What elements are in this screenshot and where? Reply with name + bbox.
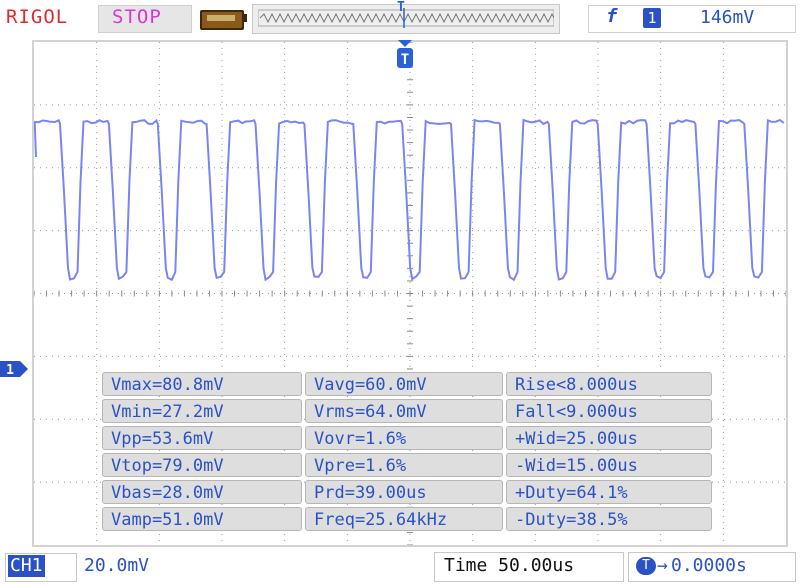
- offset-arrow-icon: →: [657, 555, 668, 576]
- measurement-vpre: Vpre=1.6%: [305, 453, 503, 477]
- channel-1-trace: [34, 118, 785, 282]
- measurement-vamp: Vamp=51.0mV: [102, 507, 302, 531]
- rising-edge-icon: f: [606, 5, 618, 27]
- measurement-fall: Fall<9.000us: [506, 399, 712, 423]
- measurement-period: Prd=39.00us: [305, 480, 503, 504]
- memory-trigger-marker: T: [397, 0, 405, 15]
- battery-icon: [200, 10, 244, 30]
- battery-tip: [243, 14, 247, 22]
- measurement-neg-width: -Wid=15.00us: [506, 453, 712, 477]
- top-status-bar: RIGOL STOP T f 1 146mV: [0, 0, 800, 36]
- measurement-row: Vmin=27.2mV Vrms=64.0mV Fall<9.000us: [102, 399, 714, 423]
- measurement-neg-duty: -Duty=38.5%: [506, 507, 712, 531]
- measurement-vtop: Vtop=79.0mV: [102, 453, 302, 477]
- measurement-vmin: Vmin=27.2mV: [102, 399, 302, 423]
- trigger-offset-value: 0.0000s: [671, 555, 747, 576]
- brand-logo: RIGOL: [6, 6, 69, 28]
- channel-1-marker-label: 1: [6, 363, 14, 377]
- trigger-offset-icon: T: [636, 557, 656, 575]
- measurement-vbas: Vbas=28.0mV: [102, 480, 302, 504]
- measurement-vmax: Vmax=80.8mV: [102, 372, 302, 396]
- measurement-row: Vmax=80.8mV Vavg=60.0mV Rise<8.000us: [102, 372, 714, 396]
- measurement-vovr: Vovr=1.6%: [305, 426, 503, 450]
- measurement-vpp: Vpp=53.6mV: [102, 426, 302, 450]
- measurement-frequency: Freq=25.64kHz: [305, 507, 503, 531]
- timebase-value: Time 50.00us: [444, 555, 575, 576]
- trigger-position-icon[interactable]: T: [396, 40, 414, 72]
- trigger-position-label: T: [401, 52, 409, 68]
- measurement-row: Vbas=28.0mV Prd=39.00us +Duty=64.1%: [102, 480, 714, 504]
- trigger-level: 146mV: [700, 7, 755, 28]
- channel-1-label: CH1: [8, 555, 45, 577]
- measurement-row: Vtop=79.0mV Vpre=1.6% -Wid=15.00us: [102, 453, 714, 477]
- memory-waveform-icon: [258, 8, 554, 28]
- measurement-pos-width: +Wid=25.00us: [506, 426, 712, 450]
- trigger-status-box[interactable]: [588, 5, 796, 33]
- trigger-channel-badge: 1: [643, 8, 661, 28]
- channel-1-marker-icon[interactable]: 1: [0, 361, 28, 377]
- measurement-vavg: Vavg=60.0mV: [305, 372, 503, 396]
- measurement-table: Vmax=80.8mV Vavg=60.0mV Rise<8.000us Vmi…: [102, 372, 714, 534]
- measurement-rise: Rise<8.000us: [506, 372, 712, 396]
- measurement-row: Vpp=53.6mV Vovr=1.6% +Wid=25.00us: [102, 426, 714, 450]
- measurement-row: Vamp=51.0mV Freq=25.64kHz -Duty=38.5%: [102, 507, 714, 531]
- measurement-pos-duty: +Duty=64.1%: [506, 480, 712, 504]
- measurement-vrms: Vrms=64.0mV: [305, 399, 503, 423]
- run-state-label: STOP: [112, 6, 162, 28]
- channel-1-scale: 20.0mV: [84, 555, 150, 576]
